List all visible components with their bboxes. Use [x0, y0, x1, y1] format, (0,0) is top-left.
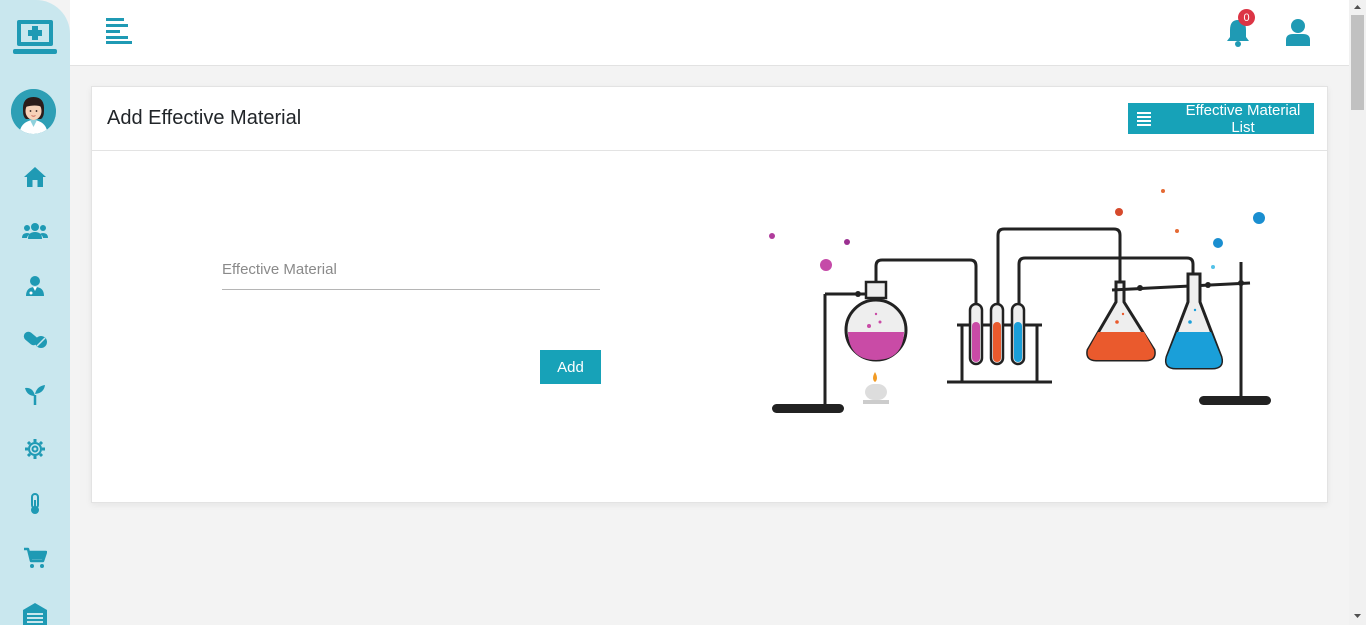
warehouse-icon [23, 603, 47, 625]
thermometer-icon [31, 493, 39, 514]
sidebar-item-shop[interactable] [19, 542, 51, 574]
effective-material-input[interactable] [222, 250, 600, 290]
card-header: Add Effective Material Effective Materia… [92, 87, 1327, 151]
sidebar-item-home[interactable] [19, 161, 51, 193]
doctor-icon [26, 276, 44, 296]
home-icon [24, 167, 46, 187]
gear-icon [25, 439, 45, 459]
sidebar-item-doctors[interactable] [19, 270, 51, 302]
sidebar-item-herbs[interactable] [19, 379, 51, 411]
scroll-up-arrow-icon[interactable] [1349, 0, 1366, 14]
effective-material-field [222, 250, 600, 290]
notification-count-badge: 0 [1238, 9, 1255, 26]
menu-toggle-icon[interactable] [106, 18, 132, 44]
add-material-card: Add Effective Material Effective Materia… [91, 86, 1328, 503]
pills-icon [23, 331, 47, 348]
cart-icon [24, 547, 47, 568]
user-profile-icon[interactable] [1285, 18, 1311, 46]
list-icon [1137, 111, 1151, 126]
sidebar-item-settings[interactable] [19, 433, 51, 465]
page-title: Add Effective Material [107, 107, 302, 129]
list-button-label: Effective Material List [1185, 101, 1301, 136]
effective-material-list-button[interactable]: Effective Material List [1128, 101, 1314, 136]
medical-laptop-icon[interactable] [13, 18, 57, 58]
scroll-down-arrow-icon[interactable] [1349, 609, 1366, 623]
sidebar-item-temperature[interactable] [19, 488, 51, 520]
scrollbar-thumb[interactable] [1351, 15, 1364, 110]
sidebar [0, 0, 70, 625]
sidebar-item-users[interactable] [19, 215, 51, 247]
users-icon [22, 223, 48, 239]
plant-icon [25, 385, 45, 405]
page-scrollbar[interactable] [1349, 0, 1366, 625]
sidebar-item-warehouse[interactable] [19, 598, 51, 625]
top-navbar: 0 [70, 0, 1349, 66]
doctor-avatar[interactable] [11, 89, 56, 134]
add-button[interactable]: Add [540, 350, 601, 384]
sidebar-item-medicines[interactable] [19, 324, 51, 356]
chemistry-lab-illustration [769, 189, 1271, 413]
